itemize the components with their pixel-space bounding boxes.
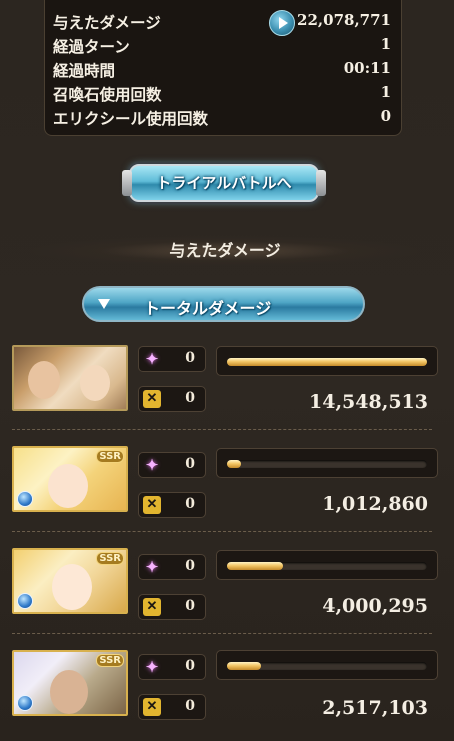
- row-divider: [12, 429, 432, 430]
- star-count: 0: [185, 456, 195, 472]
- ssr-badge: SSR: [96, 654, 124, 667]
- cross-count: 0: [185, 698, 195, 714]
- damage-value: 4,000,295: [322, 595, 428, 617]
- stat-label: 与えたダメージ: [53, 14, 161, 32]
- cross-count: 0: [185, 496, 195, 512]
- character-portrait[interactable]: SSR: [12, 650, 128, 716]
- play-circle-icon[interactable]: [269, 10, 295, 36]
- crossed-swords-icon: ✕: [143, 698, 161, 716]
- pink-sparkle-icon: ✦: [145, 558, 159, 576]
- star-count: 0: [185, 658, 195, 674]
- character-row: SSR ✦ 0 ✕ 0 2,517,103: [12, 650, 440, 734]
- ougi-count-box: ✕ 0: [138, 694, 206, 720]
- battle-stats-panel: 与えたダメージ 22,078,771 経過ターン 1 経過時間 00:11 召喚…: [44, 0, 402, 136]
- triangle-down-icon: [98, 299, 110, 309]
- stat-value: 0: [380, 107, 391, 125]
- water-element-icon: [17, 593, 33, 609]
- ssr-badge: SSR: [96, 450, 124, 463]
- character-portrait[interactable]: [12, 345, 128, 411]
- star-count: 0: [185, 350, 195, 366]
- skill-count-box: ✦ 0: [138, 554, 206, 580]
- stat-row-damage: 与えたダメージ 22,078,771: [53, 10, 391, 36]
- stat-row-turns: 経過ターン 1: [53, 35, 391, 57]
- damage-value: 2,517,103: [322, 697, 428, 719]
- ougi-count-box: ✕ 0: [138, 386, 206, 412]
- damage-type-dropdown[interactable]: トータルダメージ: [82, 286, 365, 322]
- stat-value: 1: [380, 35, 391, 53]
- stat-row-elixirs: エリクシール使用回数 0: [53, 107, 391, 129]
- ougi-count-box: ✕ 0: [138, 492, 206, 518]
- damage-bar: [216, 346, 438, 376]
- damage-value: 14,548,513: [309, 391, 428, 413]
- water-element-icon: [17, 695, 33, 711]
- crossed-swords-icon: ✕: [143, 496, 161, 514]
- stat-label: 経過ターン: [53, 38, 130, 56]
- skill-count-box: ✦ 0: [138, 452, 206, 478]
- stat-label: 経過時間: [53, 62, 116, 80]
- skill-count-box: ✦ 0: [138, 346, 206, 372]
- character-row: SSR ✦ 0 ✕ 0 4,000,295: [12, 548, 440, 632]
- stat-value: 1: [380, 83, 391, 101]
- star-count: 0: [185, 558, 195, 574]
- water-element-icon: [17, 491, 33, 507]
- section-title: 与えたダメージ: [30, 236, 420, 266]
- character-row: SSR ✦ 0 ✕ 0 1,012,860: [12, 446, 440, 530]
- damage-bar: [216, 448, 438, 478]
- crossed-swords-icon: ✕: [143, 598, 161, 616]
- stat-label: 召喚石使用回数: [53, 86, 162, 104]
- stat-value: 22,078,771: [297, 11, 391, 29]
- damage-bar-fill: [227, 460, 241, 468]
- character-portrait[interactable]: SSR: [12, 548, 128, 614]
- pink-sparkle-icon: ✦: [145, 350, 159, 368]
- damage-bar-fill: [227, 562, 283, 570]
- cross-count: 0: [185, 598, 195, 614]
- dropdown-label: トータルダメージ: [144, 299, 272, 318]
- stat-label: エリクシール使用回数: [53, 110, 209, 128]
- stat-row-summons: 召喚石使用回数 1: [53, 83, 391, 105]
- trial-battle-button[interactable]: トライアルバトルへ: [122, 164, 326, 202]
- row-divider: [12, 633, 432, 634]
- cross-count: 0: [185, 390, 195, 406]
- row-divider: [12, 531, 432, 532]
- character-portrait[interactable]: SSR: [12, 446, 128, 512]
- pink-sparkle-icon: ✦: [145, 456, 159, 474]
- stat-value: 00:11: [343, 59, 391, 77]
- damage-bar-fill: [227, 358, 427, 366]
- pink-sparkle-icon: ✦: [145, 658, 159, 676]
- damage-value: 1,012,860: [322, 493, 428, 515]
- crossed-swords-icon: ✕: [143, 390, 161, 408]
- damage-bar: [216, 650, 438, 680]
- ougi-count-box: ✕ 0: [138, 594, 206, 620]
- ssr-badge: SSR: [96, 552, 124, 565]
- character-row: ✦ 0 ✕ 0 14,548,513: [12, 345, 440, 429]
- damage-bar-fill: [227, 662, 261, 670]
- damage-bar: [216, 550, 438, 580]
- skill-count-box: ✦ 0: [138, 654, 206, 680]
- stat-row-time: 経過時間 00:11: [53, 59, 391, 81]
